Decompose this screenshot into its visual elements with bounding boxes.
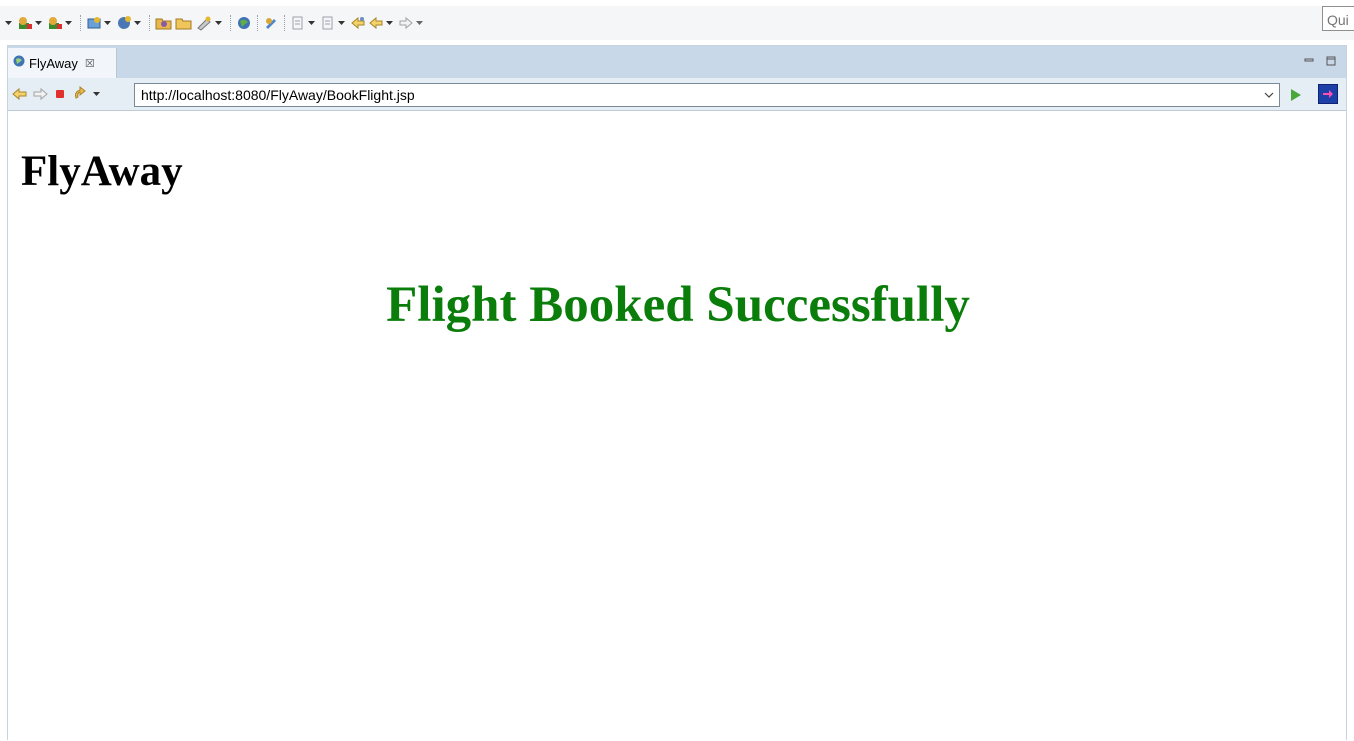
forward-dropdown[interactable] (415, 12, 424, 34)
new-server-icon[interactable] (86, 12, 102, 34)
run-external-icon[interactable] (47, 12, 63, 34)
forward-icon[interactable] (398, 12, 414, 34)
open-type-icon[interactable] (155, 12, 173, 34)
tab-title: FlyAway (29, 55, 78, 71)
refresh-dropdown[interactable] (91, 84, 101, 104)
last-edit-icon[interactable] (350, 12, 366, 34)
address-bar[interactable] (134, 83, 1280, 107)
run-dropdown[interactable] (34, 12, 43, 34)
browser-editor: FlyAway ☒ http://localhost:8080/FlyAway/… (7, 45, 1347, 741)
minimize-icon[interactable] (1304, 53, 1314, 71)
new-class-dropdown[interactable] (133, 12, 142, 34)
toolbar-separator (149, 15, 150, 31)
web-browser-icon[interactable] (236, 12, 252, 34)
close-icon[interactable]: ☒ (85, 57, 95, 70)
open-external-icon[interactable] (1318, 84, 1338, 104)
annotation-icon[interactable] (263, 12, 279, 34)
back-dropdown[interactable] (385, 12, 394, 34)
prev-annotation-icon[interactable] (320, 12, 336, 34)
back-icon[interactable] (11, 84, 29, 104)
stop-icon[interactable] (51, 84, 69, 104)
maximize-icon[interactable] (1326, 53, 1336, 71)
go-icon[interactable] (1288, 87, 1304, 103)
url-input[interactable] (135, 85, 1259, 105)
tab-flyaway[interactable]: FlyAway ☒ (8, 48, 117, 78)
view-controls (1304, 53, 1336, 71)
open-folder-icon[interactable] (175, 12, 193, 34)
toolbar-separator (257, 15, 258, 31)
site-title: FlyAway (21, 148, 183, 195)
quick-access-input[interactable] (1322, 6, 1354, 31)
new-class-icon[interactable] (116, 12, 132, 34)
prev-annotation-dropdown[interactable] (337, 12, 346, 34)
browser-nav-bar (8, 78, 1346, 111)
refresh-icon[interactable] (71, 84, 89, 104)
debug-dropdown[interactable] (4, 12, 13, 34)
back-icon[interactable] (368, 12, 384, 34)
forward-icon[interactable] (31, 84, 49, 104)
toolbar-separator (230, 15, 231, 31)
page-content: FlyAway Flight Booked Successfully (8, 112, 1346, 741)
search-icon[interactable] (195, 12, 213, 34)
toolbar-separator (284, 15, 285, 31)
chevron-down-icon[interactable] (1259, 92, 1279, 98)
search-dropdown[interactable] (214, 12, 223, 34)
editor-tab-bar: FlyAway ☒ (8, 46, 1346, 78)
external-dropdown[interactable] (64, 12, 73, 34)
next-annotation-dropdown[interactable] (307, 12, 316, 34)
globe-icon (13, 54, 25, 72)
toolbar-separator (80, 15, 81, 31)
success-message: Flight Booked Successfully (386, 277, 970, 333)
new-server-dropdown[interactable] (103, 12, 112, 34)
next-annotation-icon[interactable] (290, 12, 306, 34)
run-icon[interactable] (17, 12, 33, 34)
main-toolbar (0, 6, 1354, 40)
